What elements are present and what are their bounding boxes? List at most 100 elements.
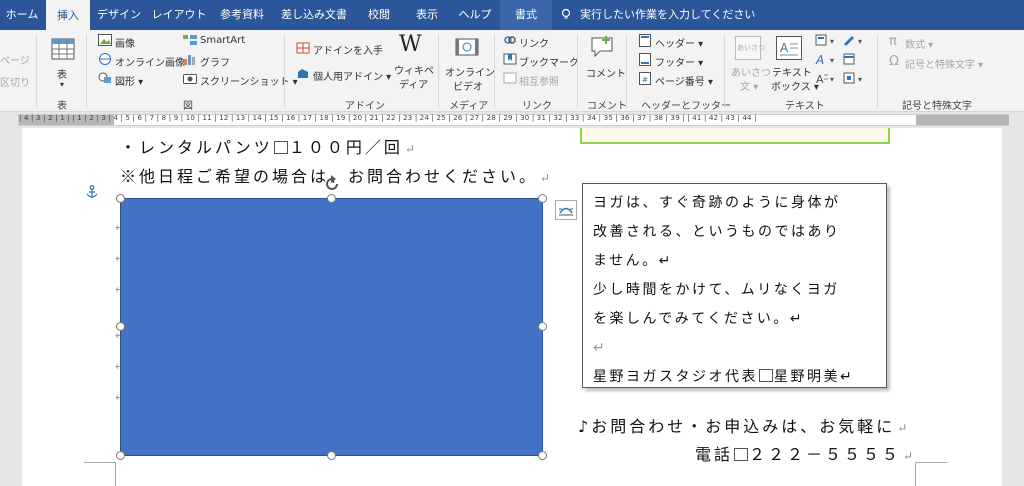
group-label-header-footer: ヘッダーとフッター bbox=[641, 101, 731, 112]
wikipedia-button[interactable]: ウィキペ bbox=[394, 62, 434, 77]
inserted-picture[interactable] bbox=[580, 128, 890, 144]
resize-handle-bottom-right[interactable] bbox=[538, 451, 547, 460]
signature-line-icon[interactable]: ▾ bbox=[843, 34, 869, 46]
resize-handle-left[interactable] bbox=[116, 322, 125, 331]
doc-line-contact[interactable]: ♪お問合わせ・お申込みは、お気軽に ↵ bbox=[578, 413, 907, 437]
svg-text:A: A bbox=[780, 41, 789, 55]
bookmark-button[interactable]: ブックマーク bbox=[519, 54, 579, 69]
group-label-comments: コメント bbox=[587, 101, 627, 112]
page-break-button[interactable]: 区切り bbox=[0, 74, 30, 89]
svg-text:▾: ▾ bbox=[858, 37, 862, 46]
rotate-handle-icon[interactable] bbox=[322, 174, 342, 194]
footer-button[interactable]: フッター ▾ bbox=[655, 54, 703, 69]
my-addins-icon bbox=[298, 69, 308, 78]
document-page[interactable]: ・レンタルパンツ １００円／回 ↵ ※他日程ご希望の場合は、お問合わせください。 ↵ … bbox=[22, 128, 1002, 486]
document-canvas: ・レンタルパンツ １００円／回 ↵ ※他日程ご希望の場合は、お問合わせください。 ↵ … bbox=[0, 128, 1024, 486]
comment-icon bbox=[591, 36, 613, 58]
my-addins-button[interactable]: 個人用アドイン ▾ bbox=[313, 68, 391, 83]
group-label-symbols: 記号と特殊文字 bbox=[902, 101, 972, 112]
tell-me-search[interactable]: 実行したい作業を入力してください bbox=[560, 0, 755, 30]
smartart-icon bbox=[183, 35, 197, 45]
page-corner-mark bbox=[84, 462, 116, 486]
omega-icon: Ω bbox=[889, 54, 899, 69]
store-icon bbox=[296, 42, 310, 54]
tab-insert[interactable]: 挿入 bbox=[46, 0, 90, 30]
comment-button[interactable]: コメント bbox=[586, 65, 626, 80]
layout-options-icon bbox=[559, 207, 573, 216]
cross-reference-button[interactable]: 相互参照 bbox=[519, 73, 559, 88]
tab-review[interactable]: 校閲 bbox=[356, 0, 402, 30]
tab-view[interactable]: 表示 bbox=[404, 0, 450, 30]
svg-text:A: A bbox=[816, 73, 824, 84]
chart-icon bbox=[184, 55, 195, 65]
wikipedia-button-line2: ディア bbox=[399, 80, 429, 91]
tab-format[interactable]: 書式 bbox=[500, 0, 552, 30]
doc-line-phone[interactable]: 電話 ２２２－５５５５ ↵ bbox=[695, 441, 913, 465]
textbox-button[interactable]: テキスト bbox=[772, 64, 812, 79]
resize-handle-top-right[interactable] bbox=[538, 194, 547, 203]
horizontal-ruler[interactable]: | 4 | 3 | 2 | 1 | | 1 | 2 | 3 | 4 | 5 | … bbox=[0, 112, 1024, 128]
picture-icon bbox=[98, 34, 112, 46]
online-picture-icon bbox=[99, 53, 111, 65]
ruler-ticks: | 4 | 3 | 2 | 1 | | 1 | 2 | 3 | 4 | 5 | … bbox=[19, 114, 757, 122]
cross-reference-icon bbox=[503, 72, 517, 84]
picture-button[interactable]: 画像 bbox=[115, 35, 135, 50]
table-icon bbox=[51, 38, 75, 60]
tab-help[interactable]: ヘルプ bbox=[452, 0, 498, 30]
svg-text:#: # bbox=[642, 76, 648, 84]
shapes-button[interactable]: 図形 ▾ bbox=[115, 73, 143, 88]
get-addins-button[interactable]: アドインを入手 bbox=[313, 42, 383, 57]
textbox-line: 少し時間をかけて、ムリなくヨガ bbox=[593, 282, 840, 298]
footer-icon bbox=[639, 53, 651, 66]
wikipedia-icon: W bbox=[399, 32, 422, 57]
svg-text:▾: ▾ bbox=[830, 37, 834, 46]
resize-handle-bottom[interactable] bbox=[327, 451, 336, 460]
doc-line-rental[interactable]: ・レンタルパンツ １００円／回 ↵ bbox=[120, 134, 415, 158]
group-label-table: 表 bbox=[57, 101, 67, 112]
anchor-icon[interactable] bbox=[86, 185, 98, 199]
quote-textbox[interactable]: ヨガは、すぐ奇跡のように身体が 改善される、というものではあり ません。↵ 少し… bbox=[582, 183, 887, 388]
group-label-addins: アドイン bbox=[345, 101, 385, 112]
table-button[interactable]: 表 bbox=[57, 66, 67, 81]
svg-text:▾: ▾ bbox=[830, 75, 834, 84]
page-number-button[interactable]: ページ番号 ▾ bbox=[655, 73, 713, 88]
greeting-button[interactable]: あいさつ bbox=[731, 64, 771, 79]
online-picture-button[interactable]: オンライン画像 bbox=[115, 54, 185, 69]
equation-button[interactable]: 数式 ▾ bbox=[905, 36, 933, 51]
drop-cap-icon[interactable]: A ▾ bbox=[815, 72, 841, 84]
tell-me-text: 実行したい作業を入力してください bbox=[580, 8, 756, 21]
resize-handle-bottom-left[interactable] bbox=[116, 451, 125, 460]
textbox-signature: 星野ヨガスタジオ代表 星野明美↵ bbox=[593, 369, 855, 385]
link-button[interactable]: リンク bbox=[519, 35, 549, 50]
wordart-icon[interactable]: A ▾ bbox=[815, 53, 841, 65]
textbox-line: を楽しんでみてください。↵ bbox=[593, 311, 805, 327]
group-label-media: メディア bbox=[449, 101, 489, 112]
symbol-button[interactable]: 記号と特殊文字 ▾ bbox=[905, 56, 983, 71]
page-button[interactable]: ページ bbox=[0, 52, 30, 67]
tab-design[interactable]: デザイン bbox=[92, 0, 146, 30]
object-icon[interactable]: ▾ bbox=[843, 72, 869, 84]
tab-home[interactable]: ホーム bbox=[0, 0, 44, 30]
svg-text:A: A bbox=[815, 53, 824, 65]
resize-handle-right[interactable] bbox=[538, 322, 547, 331]
svg-text:▾: ▾ bbox=[858, 75, 862, 84]
pi-icon: π bbox=[889, 34, 897, 49]
textbox-line: ません。↵ bbox=[593, 253, 673, 269]
group-label-text: テキスト bbox=[785, 101, 825, 112]
chart-button[interactable]: グラフ bbox=[200, 54, 230, 69]
tab-mailings[interactable]: 差し込み文書 bbox=[274, 0, 354, 30]
smartart-button[interactable]: SmartArt bbox=[200, 35, 245, 46]
tab-references[interactable]: 参考資料 bbox=[212, 0, 272, 30]
tab-layout[interactable]: レイアウト bbox=[148, 0, 210, 30]
online-video-button-line2: ビデオ bbox=[453, 82, 483, 93]
layout-options-button[interactable] bbox=[555, 200, 577, 220]
ribbon: ページ 区切り 表 ▾ 表 画像 オンライン画像 図形 ▾ SmartArt グ… bbox=[0, 30, 1024, 112]
resize-handle-top-left[interactable] bbox=[116, 194, 125, 203]
online-video-button[interactable]: オンライン bbox=[445, 64, 495, 79]
chevron-down-icon: ▾ bbox=[60, 80, 65, 89]
resize-handle-top[interactable] bbox=[327, 194, 336, 203]
selected-rectangle-shape[interactable] bbox=[120, 198, 543, 456]
header-button[interactable]: ヘッダー ▾ bbox=[655, 35, 703, 50]
date-time-icon[interactable] bbox=[843, 53, 869, 65]
quick-parts-icon[interactable]: ▾ bbox=[815, 34, 841, 46]
